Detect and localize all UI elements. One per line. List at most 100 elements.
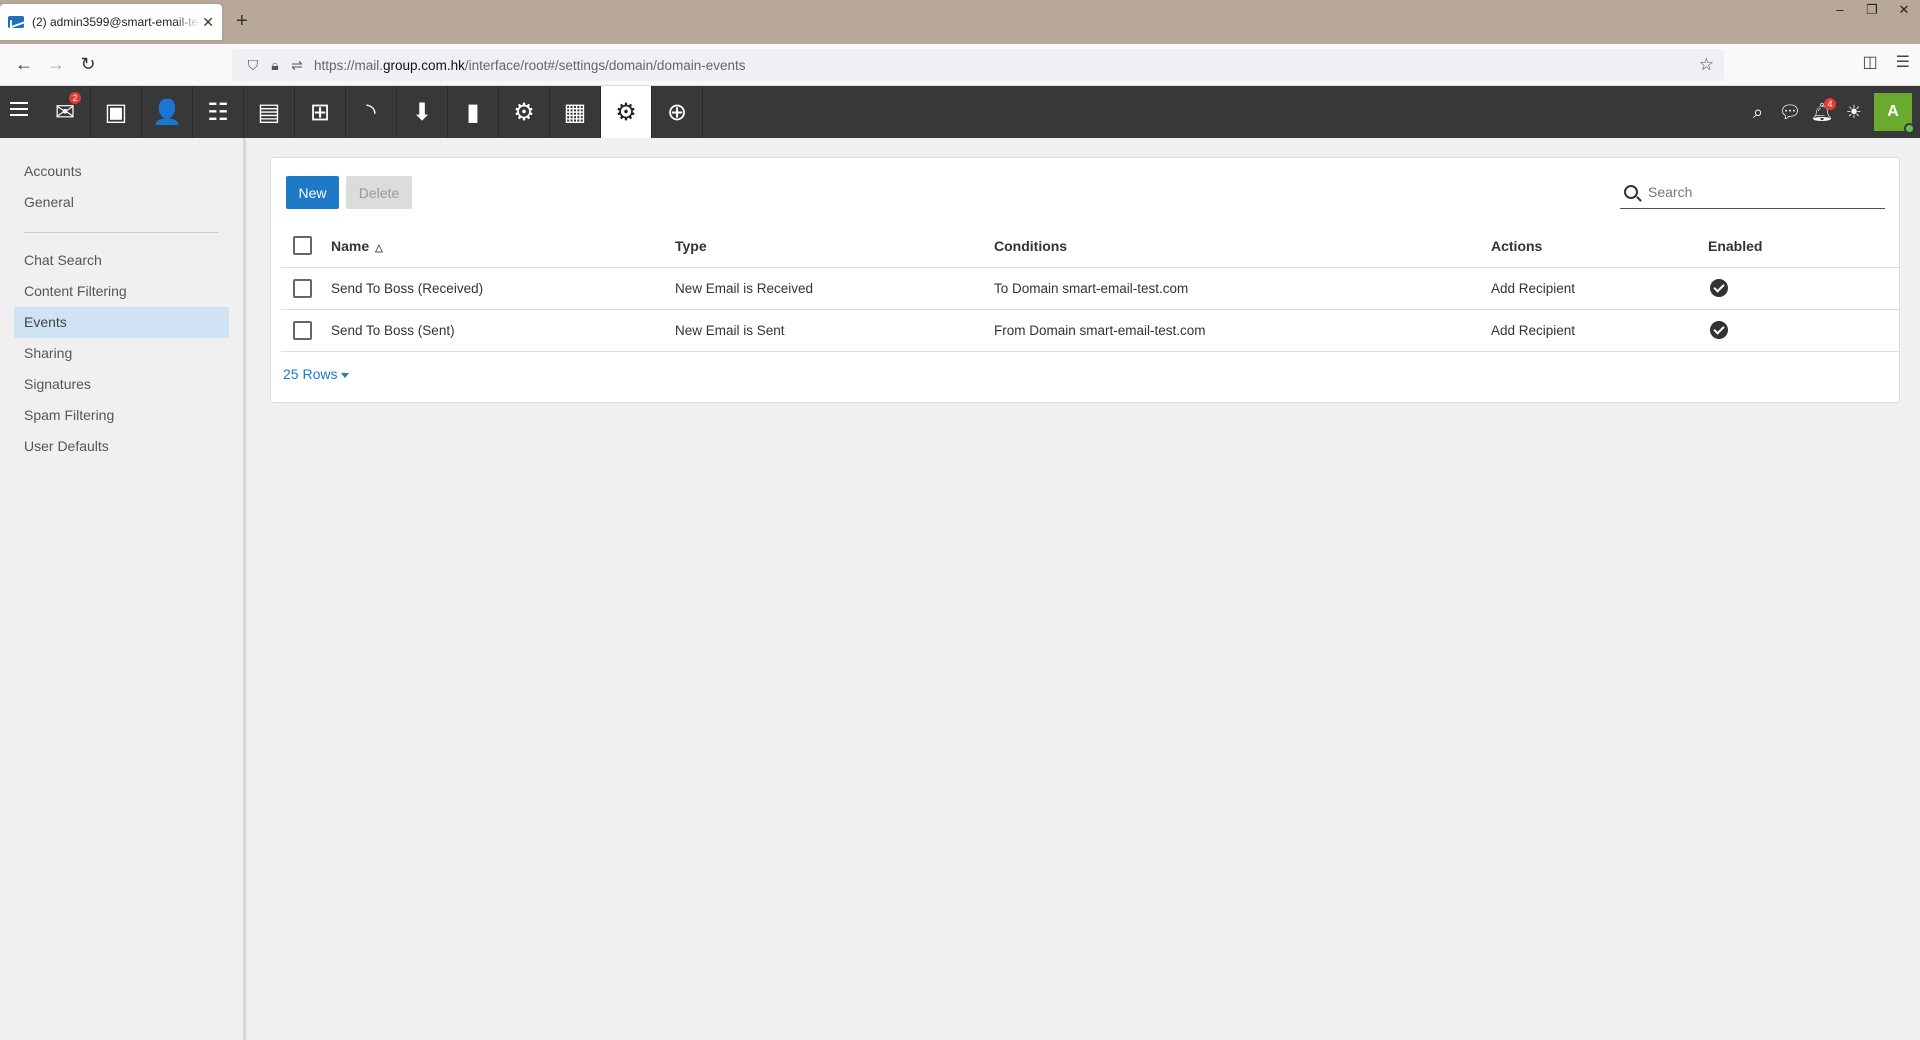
theme-toggle-icon[interactable]: ☀ (1838, 102, 1870, 123)
cell-conditions: From Domain smart-email-test.com (994, 309, 1491, 352)
chat-icon[interactable]: 💬︎ (1774, 102, 1806, 123)
contacts-icon: 👤 (152, 98, 182, 126)
avatar[interactable]: A (1874, 93, 1915, 134)
browser-tab[interactable]: (2) admin3599@smart-email-test.com ✕ (0, 4, 222, 40)
table-row[interactable]: Send To Boss (Sent) New Email is Sent Fr… (281, 309, 1899, 352)
enabled-check-icon (1710, 279, 1728, 297)
search-icon[interactable]: ⌕ (1742, 102, 1774, 123)
new-tab-button[interactable]: + (236, 10, 248, 33)
shield-icon[interactable]: ⛉ (242, 57, 264, 74)
back-icon[interactable]: ← (8, 54, 40, 75)
permissions-icon[interactable]: ⇌ (286, 57, 308, 74)
events-card: New Delete Name △ Type Conditions Actions… (270, 157, 1900, 403)
cell-type: New Email is Received (675, 267, 994, 310)
pocket-icon[interactable]: ◫ (1863, 52, 1878, 72)
reload-icon[interactable]: ↻ (72, 54, 104, 75)
cell-conditions: To Domain smart-email-test.com (994, 267, 1491, 310)
tab-contacts[interactable]: 👤 (142, 86, 193, 138)
close-tab-icon[interactable]: ✕ (202, 14, 214, 31)
settings-sidebar: Accounts General Chat Search Content Fil… (0, 138, 246, 1040)
column-header-type[interactable]: Type (675, 225, 994, 268)
tab-title: (2) admin3599@smart-email-test.com (32, 15, 200, 29)
restore-button[interactable]: ❐ (1856, 0, 1888, 22)
hamburger-menu-icon[interactable] (10, 102, 28, 116)
sidebar-item-events[interactable]: Events (14, 307, 229, 338)
tasks-icon: ☷ (207, 98, 229, 126)
events-table: Name △ Type Conditions Actions Enabled Se… (281, 225, 1899, 352)
tab-mail[interactable]: ✉ 2 (40, 86, 91, 138)
sidebar-item-sharing[interactable]: Sharing (0, 338, 229, 369)
table-header-row: Name △ Type Conditions Actions Enabled (281, 225, 1899, 268)
cell-type: New Email is Sent (675, 309, 994, 352)
sidebar-item-user-defaults[interactable]: User Defaults (0, 431, 229, 462)
sidebar-item-general[interactable]: General (0, 187, 229, 218)
cell-actions: Add Recipient (1491, 309, 1708, 352)
address-bar[interactable]: ⛉ 🔒︎ ⇌ https://mail. group.com.hk/interfa… (232, 49, 1724, 81)
sidebar-item-accounts[interactable]: Accounts (0, 156, 229, 187)
table-row[interactable]: Send To Boss (Received) New Email is Rec… (281, 267, 1899, 310)
column-header-actions[interactable]: Actions (1491, 225, 1708, 268)
tab-sitemap[interactable]: ⊞ (295, 86, 346, 138)
rss-icon: ◝ (366, 98, 376, 126)
url-prefix: https://mail. (314, 57, 384, 73)
app-top-bar: ✉ 2 ▣ 👤 ☷ ▤ ⊞ ◝ ⬇ ▮ ⚙ ▦ ⚙ ⊕ ⌕ 💬︎ 🔔︎ 4 ☀ A (0, 86, 1920, 138)
tab-settings[interactable]: ⚙ (499, 86, 550, 138)
forward-icon[interactable]: → (40, 54, 72, 75)
tab-notes[interactable]: ▤ (244, 86, 295, 138)
tab-domain-reports[interactable]: ▦ (550, 86, 601, 138)
column-name-label: Name (331, 237, 370, 254)
notes-icon: ▤ (257, 98, 281, 126)
menu-icon[interactable]: ☰ (1896, 52, 1910, 72)
url-host: group.com.hk (383, 57, 465, 73)
delete-button[interactable]: Delete (346, 176, 412, 209)
notification-badge: 4 (1824, 97, 1836, 110)
tab-tasks[interactable]: ☷ (193, 86, 244, 138)
search-icon (1624, 185, 1638, 199)
cell-enabled (1708, 267, 1899, 310)
cell-actions: Add Recipient (1491, 267, 1708, 310)
column-header-name[interactable]: Name △ (331, 225, 675, 268)
row-checkbox[interactable] (293, 320, 312, 340)
minimize-button[interactable]: – (1824, 0, 1856, 22)
row-checkbox-cell (281, 309, 331, 352)
sitemap-icon: ⊞ (309, 98, 331, 126)
column-header-enabled[interactable]: Enabled (1708, 225, 1899, 268)
sidebar-item-chat-search[interactable]: Chat Search (0, 245, 229, 276)
mail-favicon-icon (8, 16, 24, 28)
cell-name: Send To Boss (Received) (331, 267, 675, 310)
tab-add[interactable]: ⊕ (652, 86, 703, 138)
rows-per-page-dropdown[interactable]: 25 Rows (283, 366, 350, 382)
notifications-bell-icon[interactable]: 🔔︎ 4 (1806, 97, 1838, 123)
tab-domain-settings[interactable]: ⚙ (601, 86, 652, 138)
archive-icon: ⬇ (411, 98, 433, 126)
browser-tab-bar: (2) admin3599@smart-email-test.com ✕ + –… (0, 0, 1920, 44)
window-controls: – ❐ ✕ (1824, 0, 1920, 22)
sidebar-item-spam-filtering[interactable]: Spam Filtering (0, 400, 229, 431)
column-header-conditions[interactable]: Conditions (994, 225, 1491, 268)
close-window-button[interactable]: ✕ (1888, 0, 1920, 22)
reports-icon: ▮ (466, 98, 480, 126)
domain-reports-icon: ▦ (563, 98, 587, 126)
calendar-icon: ▣ (104, 98, 128, 126)
sidebar-item-content-filtering[interactable]: Content Filtering (0, 276, 229, 307)
tab-calendar[interactable]: ▣ (91, 86, 142, 138)
url-path: /interface/root#/settings/domain/domain-… (464, 57, 746, 73)
new-button[interactable]: New (286, 176, 339, 209)
lock-icon[interactable]: 🔒︎ (264, 57, 286, 74)
select-all-checkbox[interactable] (293, 236, 312, 256)
app-module-tabs: ✉ 2 ▣ 👤 ☷ ▤ ⊞ ◝ ⬇ ▮ ⚙ ▦ ⚙ ⊕ (40, 86, 703, 138)
settings-icon: ⚙ (513, 98, 535, 126)
sidebar-divider (24, 232, 219, 233)
browser-toolbar-right: ◫ ☰ (1863, 52, 1910, 72)
search-input[interactable] (1648, 184, 1868, 200)
tab-archive[interactable]: ⬇ (397, 86, 448, 138)
cell-enabled (1708, 309, 1899, 352)
tab-reports[interactable]: ▮ (448, 86, 499, 138)
enabled-check-icon (1710, 321, 1728, 339)
row-checkbox[interactable] (293, 278, 312, 298)
bookmark-star-icon[interactable]: ☆ (1699, 55, 1714, 75)
sidebar-item-signatures[interactable]: Signatures (0, 369, 229, 400)
browser-nav-bar: ← → ↻ ⛉ 🔒︎ ⇌ https://mail. group.com.hk/i… (0, 44, 1920, 86)
sort-ascending-icon: △ (375, 242, 383, 254)
tab-rss[interactable]: ◝ (346, 86, 397, 138)
